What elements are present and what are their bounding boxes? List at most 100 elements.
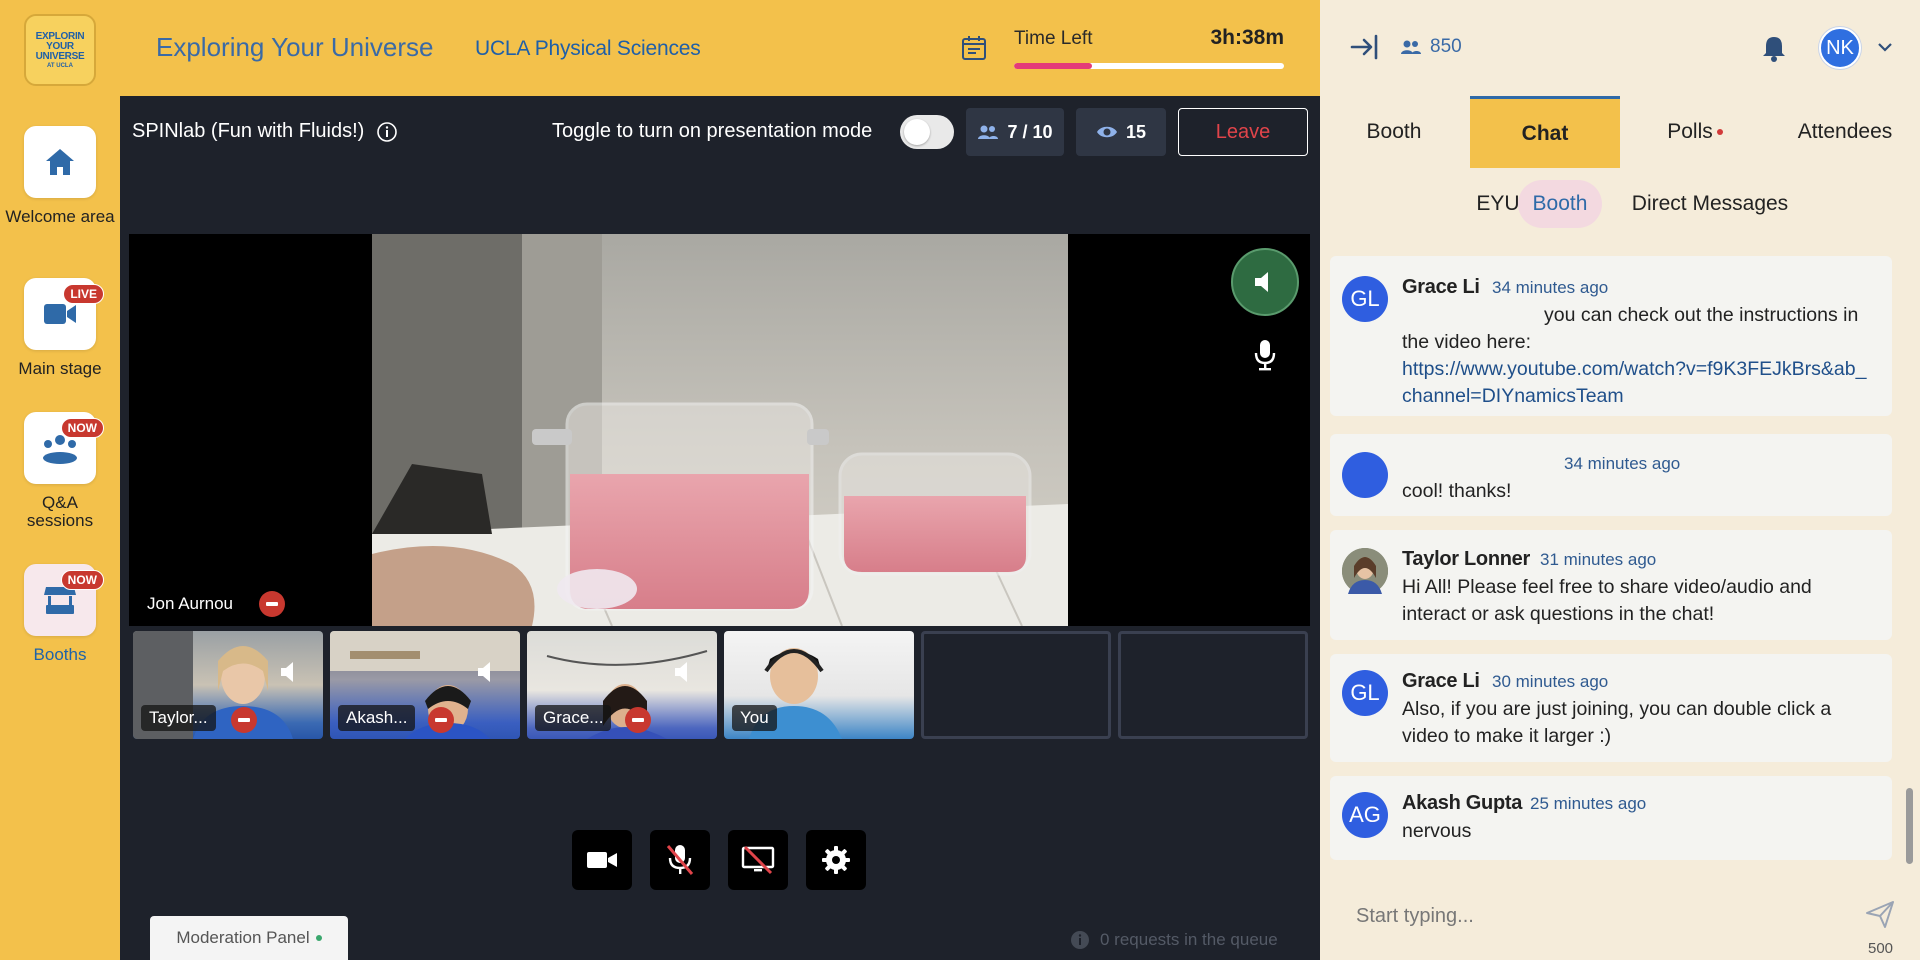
message-timestamp: 30 minutes ago — [1492, 672, 1609, 691]
message-timestamp: 34 minutes ago — [1492, 278, 1609, 297]
moderation-status-dot — [315, 935, 322, 941]
exit-panel-icon[interactable] — [1348, 32, 1380, 62]
event-logo[interactable]: EXPLORIN YOUR UNIVERSE AT UCLA — [24, 14, 96, 86]
chat-scrollbar[interactable] — [1902, 240, 1916, 864]
participant-thumbnail-strip: Taylor... Akash... Grace... You — [133, 631, 1313, 739]
nav-label-booths: Booths — [33, 645, 87, 664]
left-sidebar: EXPLORIN YOUR UNIVERSE AT UCLA Welcome a… — [0, 0, 120, 960]
chat-message-list[interactable]: GL Grace Li 34 minutes ago you can check… — [1330, 240, 1904, 862]
tab-polls[interactable]: Polls — [1620, 96, 1770, 168]
mic-muted-icon — [666, 845, 694, 875]
people-icon — [978, 125, 999, 139]
message-timestamp: 31 minutes ago — [1540, 550, 1657, 569]
eye-icon — [1096, 126, 1117, 138]
time-progress-bar — [1014, 63, 1284, 69]
message-timestamp: 34 minutes ago — [1564, 454, 1681, 473]
tab-booth[interactable]: Booth — [1320, 96, 1468, 168]
participant-tile-akash[interactable]: Akash... — [330, 631, 520, 739]
chat-channel-tabs: EYU Booth Direct Messages — [1320, 176, 1920, 232]
user-avatar[interactable]: NK — [1819, 27, 1861, 69]
logo-line-1: EXPLORIN — [35, 30, 85, 42]
presentation-mode-toggle[interactable] — [900, 115, 954, 149]
message-body: you can check out the instructions in th… — [1402, 302, 1874, 410]
message-author[interactable]: Grace Li — [1402, 670, 1480, 693]
toggle-knob — [904, 119, 930, 145]
chat-scrollbar-thumb[interactable] — [1906, 788, 1913, 864]
message-avatar[interactable]: AG — [1342, 792, 1388, 838]
message-text: Also, if you are just joining, you can d… — [1402, 698, 1832, 747]
message-avatar[interactable]: GL — [1342, 276, 1388, 322]
message-avatar[interactable]: GL — [1342, 670, 1388, 716]
nav-tile-main-stage[interactable]: LIVE — [24, 278, 104, 350]
live-badge: LIVE — [63, 284, 104, 304]
chat-message: GL Grace Li 34 minutes ago you can check… — [1330, 256, 1892, 416]
leave-button[interactable]: Leave — [1178, 108, 1308, 156]
event-title: Exploring Your Universe — [156, 32, 434, 62]
nav-tile-booths[interactable]: NOW — [24, 564, 104, 636]
nav-main-stage[interactable]: LIVE Main stage — [0, 278, 120, 378]
participants-count-chip[interactable]: 7 / 10 — [966, 108, 1064, 156]
nav-booths[interactable]: NOW Booths — [0, 564, 120, 664]
participant-tile-you[interactable]: You — [724, 631, 914, 739]
right-panel: 850 NK Booth Chat Polls Attendees EYU Bo… — [1320, 0, 1920, 960]
session-title: SPINlab (Fun with Fluids!) — [132, 120, 365, 142]
tab-label: Polls — [1667, 120, 1713, 143]
main-video-feed[interactable] — [372, 234, 1068, 626]
message-author[interactable]: Taylor Lonner — [1402, 548, 1530, 571]
viewers-count-chip[interactable]: 15 — [1076, 108, 1166, 156]
participant-tile-taylor[interactable]: Taylor... — [133, 631, 323, 739]
top-header: Exploring Your Universe UCLA Physical Sc… — [120, 0, 1320, 96]
polls-notification-dot — [1716, 129, 1723, 135]
tab-label: Attendees — [1797, 120, 1893, 143]
nav-qa-sessions[interactable]: NOW Q&A sessions — [0, 412, 120, 530]
organization-name[interactable]: UCLA Physical Sciences — [475, 37, 701, 61]
chevron-down-icon[interactable] — [1876, 38, 1894, 56]
toggle-screen-share-button[interactable] — [728, 830, 788, 890]
home-icon — [46, 149, 74, 175]
message-link[interactable]: https://www.youtube.com/watch?v=f9K3FEJk… — [1402, 356, 1874, 410]
message-author[interactable]: Akash Gupta — [1402, 792, 1522, 815]
calendar-icon[interactable] — [960, 34, 988, 62]
viewers-count: 15 — [1125, 121, 1147, 142]
participant-tile-empty[interactable] — [921, 631, 1111, 739]
tab-attendees[interactable]: Attendees — [1770, 96, 1920, 168]
participant-speaker-icon — [675, 662, 687, 682]
notification-bell-icon[interactable] — [1761, 34, 1787, 62]
microphone-icon — [1254, 340, 1276, 371]
nav-tile-welcome[interactable] — [24, 126, 96, 198]
tab-chat[interactable]: Chat — [1470, 96, 1620, 168]
message-avatar[interactable] — [1342, 452, 1388, 498]
attendee-count-value: 850 — [1430, 36, 1462, 57]
message-author[interactable]: Grace Li — [1402, 276, 1480, 299]
participant-tile-grace[interactable]: Grace... — [527, 631, 717, 739]
remove-participant-button[interactable] — [428, 707, 454, 733]
main-video-stage[interactable]: Jon Aurnou — [129, 234, 1310, 626]
moderation-panel-tab[interactable]: Moderation Panel — [150, 916, 348, 960]
remove-speaker-button[interactable] — [259, 591, 285, 617]
chat-message: Taylor Lonner 31 minutes ago Hi All! Ple… — [1330, 530, 1892, 640]
nav-tile-qa[interactable]: NOW — [24, 412, 104, 484]
info-icon[interactable] — [376, 121, 398, 143]
nav-welcome-area[interactable]: Welcome area — [0, 126, 120, 226]
participant-tile-empty[interactable] — [1118, 631, 1308, 739]
video-scene-image — [372, 234, 1068, 626]
chat-message-input[interactable] — [1356, 900, 1816, 932]
settings-button[interactable] — [806, 830, 866, 890]
nav-label-main-stage: Main stage — [18, 359, 102, 378]
remove-participant-button[interactable] — [231, 707, 257, 733]
message-text: Hi All! Please feel free to share video/… — [1402, 576, 1812, 625]
chat-message: AG Akash Gupta 25 minutes ago nervous — [1330, 776, 1892, 860]
toggle-microphone-button[interactable] — [650, 830, 710, 890]
toggle-camera-button[interactable] — [572, 830, 632, 890]
queue-status-text: 0 requests in the queue — [1100, 930, 1278, 949]
subtab-direct-messages[interactable]: Direct Messages — [1610, 180, 1810, 228]
remove-participant-button[interactable] — [625, 707, 651, 733]
attendee-count[interactable]: 850 — [1400, 36, 1462, 58]
request-queue-status: 0 requests in the queue — [1070, 930, 1278, 950]
subtab-booth[interactable]: Booth — [1518, 180, 1602, 228]
now-badge-qa: NOW — [60, 418, 104, 438]
send-icon[interactable] — [1865, 899, 1895, 929]
message-avatar-photo[interactable] — [1342, 548, 1388, 594]
speaker-audio-button[interactable] — [1231, 248, 1299, 316]
screen-share-off-icon — [741, 845, 775, 875]
